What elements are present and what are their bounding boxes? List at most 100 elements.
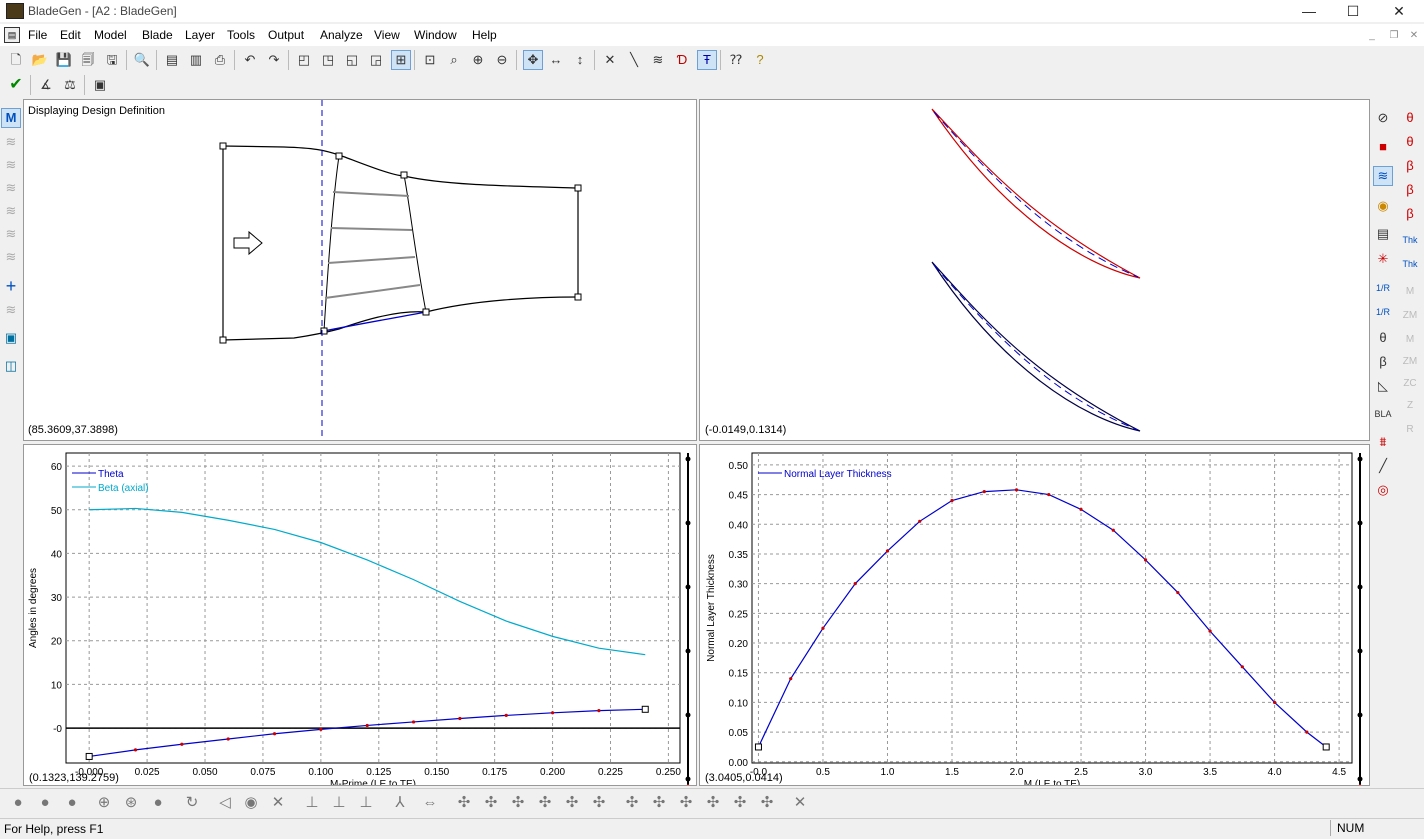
meridional-view-panel[interactable]: Displaying Design Definition (85.3609,37…: [23, 99, 697, 441]
le-beta-icon[interactable]: β: [1373, 352, 1393, 372]
axis-xy-icon[interactable]: ⊥: [302, 793, 322, 813]
blade-view-icon[interactable]: ✣: [454, 793, 474, 813]
menu-blade[interactable]: Blade: [142, 28, 173, 42]
view-upper-right-icon[interactable]: ◳: [318, 50, 338, 70]
help-icon[interactable]: ?: [750, 50, 770, 70]
meridional-drawing[interactable]: [24, 100, 696, 440]
blade-view-icon[interactable]: ✣: [676, 793, 696, 813]
view-lower-right-icon[interactable]: ◲: [366, 50, 386, 70]
blade-view-icon[interactable]: ✣: [508, 793, 528, 813]
thickness-plot-icon[interactable]: Thk: [1400, 230, 1420, 250]
balance-icon[interactable]: ⚖: [60, 75, 80, 95]
wire-globe-icon[interactable]: ⊕: [94, 793, 114, 813]
intersect-icon[interactable]: ✕: [600, 50, 620, 70]
menu-output[interactable]: Output: [268, 28, 304, 42]
blade-view-icon[interactable]: ✣: [535, 793, 555, 813]
control-point[interactable]: [574, 293, 582, 301]
view-center-icon[interactable]: ◉: [241, 793, 261, 813]
print-list-icon[interactable]: ▤: [162, 50, 182, 70]
move-vertical-icon[interactable]: ↕: [570, 50, 590, 70]
stack-icon[interactable]: ⩩: [1373, 432, 1393, 452]
menu-layer[interactable]: Layer: [185, 28, 215, 42]
layer-tool-icon[interactable]: ≋: [1, 201, 21, 221]
save-icon[interactable]: 💾: [54, 50, 74, 70]
le-thickness-icon[interactable]: ◺: [1373, 376, 1393, 396]
document-icon[interactable]: ▤: [4, 27, 20, 43]
angles-chart[interactable]: -0.000 0.025 0.050 0.075 0.100 0.125 0.150 0.17…: [24, 445, 696, 785]
thickness-plot-icon[interactable]: Thk: [1400, 254, 1420, 274]
zoom-in-icon[interactable]: ⊕: [468, 50, 488, 70]
blade-view-icon[interactable]: ✣: [703, 793, 723, 813]
view-left-icon[interactable]: ◁: [215, 793, 235, 813]
zoom-fit-icon[interactable]: ⊡: [420, 50, 440, 70]
checkmark-icon[interactable]: ✔: [6, 75, 26, 95]
properties-icon[interactable]: ▣: [90, 75, 110, 95]
theta-plot-icon[interactable]: θ: [1400, 132, 1420, 152]
menu-edit[interactable]: Edit: [60, 28, 81, 42]
layer-properties-icon[interactable]: ▣: [1, 328, 21, 348]
print-preview-icon[interactable]: ▥: [186, 50, 206, 70]
layer-tool-icon[interactable]: ≋: [1, 224, 21, 244]
axis-xz-icon[interactable]: ⊥: [356, 793, 376, 813]
blade-view-icon[interactable]: ✣: [757, 793, 777, 813]
add-point-icon[interactable]: +: [1, 276, 21, 296]
axis-yz-icon[interactable]: ⊥: [329, 793, 349, 813]
zoom-out-icon[interactable]: ⊖: [492, 50, 512, 70]
blade-view-icon[interactable]: ✣: [562, 793, 582, 813]
blade-view-icon[interactable]: ✣: [730, 793, 750, 813]
view-lower-left-icon[interactable]: ◱: [342, 50, 362, 70]
save-as-icon[interactable]: 🖫: [102, 50, 122, 70]
mdi-close-button[interactable]: ✕: [1406, 29, 1422, 43]
layer-tool-icon[interactable]: ≋: [1, 300, 21, 320]
sphere-icon[interactable]: ●: [8, 793, 28, 813]
3d-view-icon[interactable]: ■: [1373, 137, 1393, 157]
print-icon[interactable]: ⎙: [210, 50, 230, 70]
find-icon[interactable]: 🔍: [132, 50, 152, 70]
axis-triad-icon[interactable]: ⅄: [390, 793, 410, 813]
close-view-icon[interactable]: ✕: [790, 793, 810, 813]
beta-plot-icon[interactable]: β: [1400, 156, 1420, 176]
rotate-icon[interactable]: ↻: [182, 793, 202, 813]
blade-view-icon[interactable]: ✣: [481, 793, 501, 813]
wire-globe-icon[interactable]: ⊛: [121, 793, 141, 813]
curvature-r-icon[interactable]: 1/R: [1373, 278, 1393, 298]
context-help-icon[interactable]: ⁇: [726, 50, 746, 70]
layer-tool-icon[interactable]: ≋: [1, 132, 21, 152]
layer-tool-icon[interactable]: ≋: [1, 178, 21, 198]
contour-icon[interactable]: ◉: [1373, 196, 1393, 216]
redo-icon[interactable]: ↷: [264, 50, 284, 70]
menu-file[interactable]: File: [28, 28, 47, 42]
line-icon[interactable]: ╲: [624, 50, 644, 70]
open-folder-icon[interactable]: 📂: [30, 50, 50, 70]
mdi-minimize-button[interactable]: _: [1364, 29, 1380, 43]
mdi-restore-button[interactable]: ❐: [1386, 29, 1402, 43]
layer-view-icon[interactable]: ◫: [1, 356, 21, 376]
control-point[interactable]: [219, 142, 227, 150]
blade-view-icon[interactable]: ✣: [589, 793, 609, 813]
blade-to-blade-panel[interactable]: (-0.0149,0.1314): [699, 99, 1370, 441]
angles-chart-panel[interactable]: -0.000 0.025 0.050 0.075 0.100 0.125 0.150 0.17…: [23, 444, 697, 786]
beta-plot-icon[interactable]: β: [1400, 180, 1420, 200]
point-icon[interactable]: ✳: [1373, 249, 1393, 269]
blade-view-icon[interactable]: ✣: [649, 793, 669, 813]
line-tool-icon[interactable]: ╱: [1373, 456, 1393, 476]
expand-icon[interactable]: ⇔: [420, 793, 440, 813]
layer-tool-icon[interactable]: ≋: [1, 247, 21, 267]
zoom-box-icon[interactable]: ⌕: [444, 50, 464, 70]
menu-window[interactable]: Window: [414, 28, 457, 42]
sphere-icon[interactable]: ●: [148, 793, 168, 813]
report-icon[interactable]: ▤: [1373, 224, 1393, 244]
layer-tool-icon[interactable]: ≋: [1, 155, 21, 175]
theta-plot-icon[interactable]: θ: [1400, 108, 1420, 128]
curvature-b-icon[interactable]: 1/R: [1373, 302, 1393, 322]
sphere-icon[interactable]: ●: [62, 793, 82, 813]
view-four-pane-icon[interactable]: ⊞: [391, 50, 411, 70]
sphere-icon[interactable]: ●: [35, 793, 55, 813]
control-point[interactable]: [400, 171, 408, 179]
view-upper-left-icon[interactable]: ◰: [294, 50, 314, 70]
menu-tools[interactable]: Tools: [227, 28, 255, 42]
angle-tool-icon[interactable]: ∡: [36, 75, 56, 95]
menu-model[interactable]: Model: [94, 28, 127, 42]
meridional-mode-icon[interactable]: M: [1, 108, 21, 128]
menu-view[interactable]: View: [374, 28, 400, 42]
